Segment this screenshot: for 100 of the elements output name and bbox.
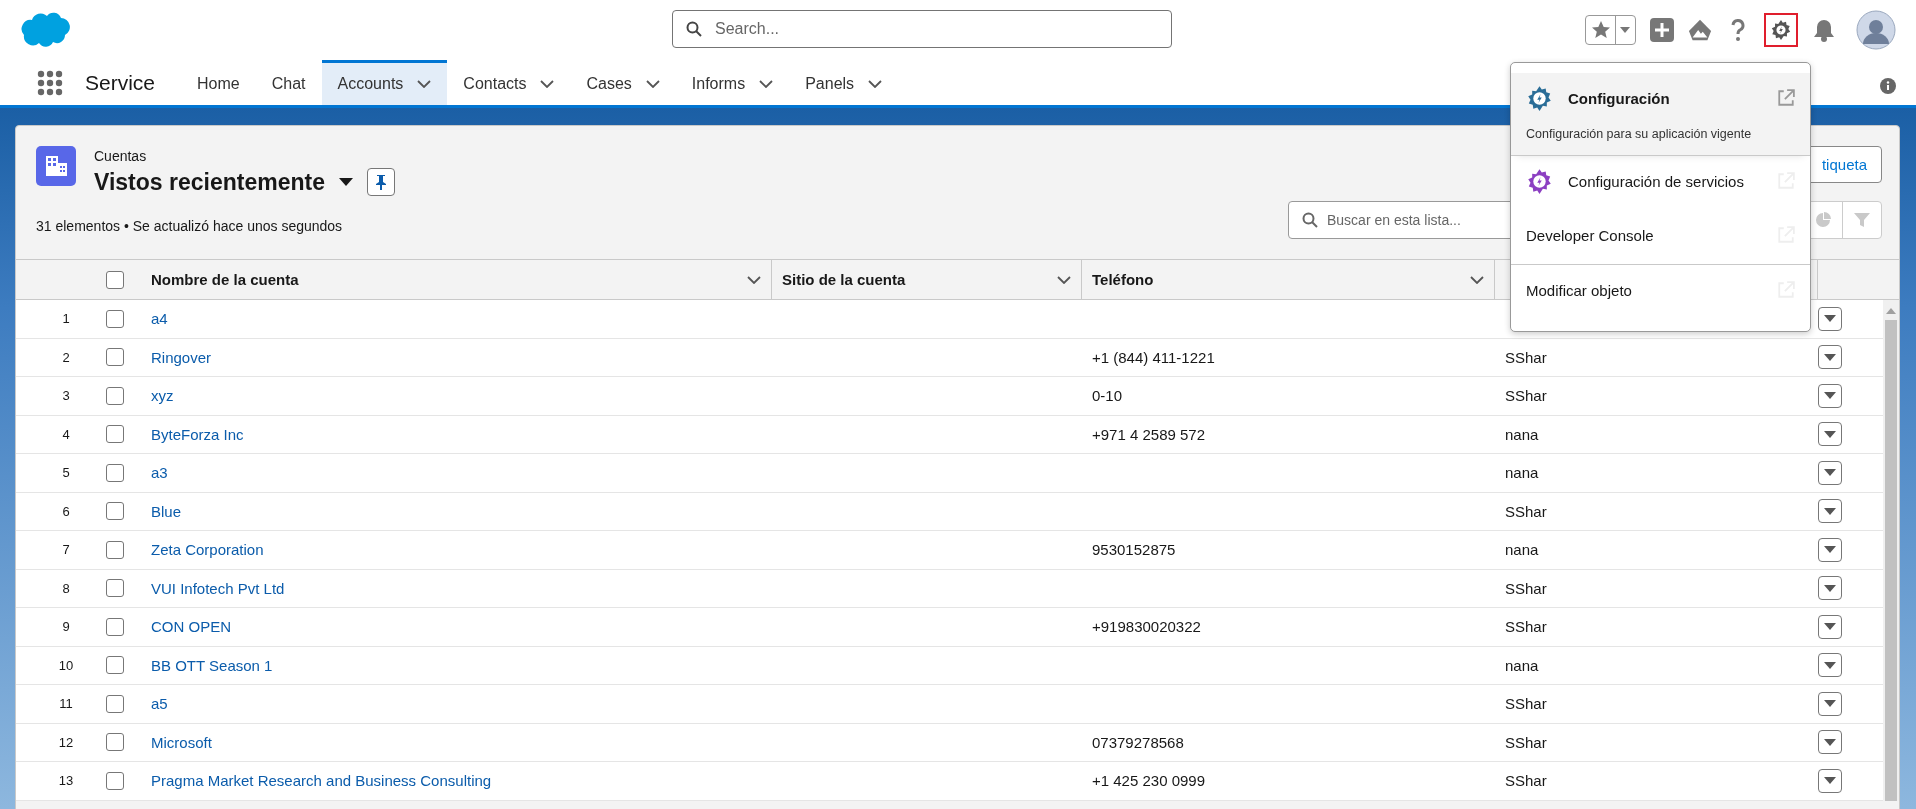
list-view-title[interactable]: Vistos recientemente [94,168,325,196]
chevron-icon[interactable] [540,80,555,88]
list-status-text: 31 elementos • Se actualizó hace unos segundos [36,218,344,234]
caret-icon [1824,738,1836,746]
account-link[interactable]: ByteForza Inc [151,425,244,443]
row-checkbox[interactable] [106,733,124,752]
row-checkbox[interactable] [106,386,124,405]
row-checkbox[interactable] [106,771,124,790]
account-link[interactable]: a3 [151,464,168,482]
nav-tab[interactable]: Informs [675,60,790,105]
row-checkbox[interactable] [106,694,124,713]
row-checkbox[interactable] [106,540,124,559]
gear-icon [1526,167,1553,195]
bell-icon[interactable] [1812,18,1836,42]
account-link[interactable]: VUI Infotech Pvt Ltd [151,579,285,597]
row-checkbox[interactable] [106,656,124,675]
external-link-icon[interactable] [1777,89,1795,107]
row-actions-button[interactable] [1818,614,1842,639]
caret-icon [1620,27,1630,33]
row-checkbox[interactable] [106,502,124,521]
account-link[interactable]: xyz [151,387,174,405]
row-checkbox[interactable] [106,348,124,367]
row-actions-button[interactable] [1818,730,1842,755]
menu-item[interactable]: Developer Console [1511,210,1810,264]
row-checkbox[interactable] [106,463,124,482]
row-number: 4 [62,426,70,442]
row-checkbox[interactable] [106,617,124,636]
building-icon [36,146,76,186]
nav-tab[interactable]: Contacts [447,60,571,105]
row-actions-button[interactable] [1818,383,1842,408]
menu-item-label: Configuración [1568,89,1671,107]
chevron-icon[interactable] [747,275,761,284]
nav-tab[interactable]: Home [181,60,256,105]
nav-tab[interactable]: Accounts [321,60,448,105]
row-actions-button[interactable] [1818,768,1842,793]
account-link[interactable]: Blue [151,502,182,520]
scroll-up-icon[interactable] [1886,308,1896,314]
favorites-button[interactable] [1585,15,1636,45]
row-actions-button[interactable] [1818,306,1842,331]
caret-icon [1824,623,1836,631]
row-number: 7 [62,542,70,558]
row-checkbox[interactable] [106,425,124,444]
table-cell: SShar [1505,579,1547,597]
account-link[interactable]: Zeta Corporation [151,541,264,559]
row-number: 6 [62,503,70,519]
caret-icon [1824,546,1836,554]
caret-icon [1824,507,1836,515]
row-actions-button[interactable] [1818,460,1842,485]
row-checkbox[interactable] [106,309,124,328]
nav-tab[interactable]: Chat [255,60,322,105]
account-link[interactable]: a4 [151,310,168,328]
settings-button[interactable] [1764,13,1798,47]
column-header[interactable]: Sitio de la cuenta [772,260,1082,299]
object-label: Cuentas [94,148,148,164]
row-actions-button[interactable] [1818,422,1842,447]
account-link[interactable]: BB OTT Season 1 [151,656,273,674]
scrollbar[interactable] [1883,300,1899,801]
caret-icon[interactable] [338,178,353,186]
pin-icon [374,174,387,190]
caret-icon [1824,777,1836,785]
account-link[interactable]: CON OPEN [151,618,231,636]
row-checkbox[interactable] [106,579,124,598]
account-link[interactable]: Pragma Market Research and Business Consulting [151,772,492,790]
account-link[interactable]: Microsoft [151,733,212,751]
mountain-icon[interactable] [1688,18,1712,42]
avatar[interactable] [1856,10,1896,50]
nav-tab[interactable]: Cases [570,60,676,105]
column-header[interactable]: Teléfono [1082,260,1495,299]
chevron-icon[interactable] [645,80,660,88]
row-number: 1 [62,311,70,327]
menu-item[interactable]: Configuración de servicios [1511,156,1810,210]
row-actions-button[interactable] [1818,345,1842,370]
account-link[interactable]: a5 [151,695,168,713]
select-all-checkbox[interactable] [106,270,124,289]
cloud-logo[interactable] [20,12,72,48]
row-actions-button[interactable] [1818,576,1842,601]
star-icon [1591,20,1611,40]
chevron-icon[interactable] [759,80,774,88]
row-actions-button[interactable] [1818,691,1842,716]
app-launcher-icon[interactable] [37,69,63,96]
nav-tab[interactable]: Panels [789,60,899,105]
chevron-icon[interactable] [1057,275,1071,284]
menu-item[interactable]: Configuración Configuración para su aplicación vigente [1511,73,1810,155]
row-actions-button[interactable] [1818,499,1842,524]
chevron-icon[interactable] [417,80,432,88]
plus-icon[interactable] [1650,18,1674,42]
settings-icon [1770,19,1792,41]
search-field[interactable]: Search... [672,10,1172,48]
info-icon[interactable] [1880,78,1896,94]
gear-icon [1526,84,1553,112]
column-header[interactable]: Nombre de la cuenta [141,260,772,299]
account-link[interactable]: Ringover [151,348,212,366]
chevron-icon[interactable] [1470,275,1484,284]
row-actions-button[interactable] [1818,537,1842,562]
chevron-icon[interactable] [868,80,883,88]
row-actions-button[interactable] [1818,653,1842,678]
menu-item[interactable]: Modificar objeto [1511,265,1810,319]
filter-icon [1854,212,1870,228]
pin-button[interactable] [366,168,395,196]
search-icon [686,21,702,37]
